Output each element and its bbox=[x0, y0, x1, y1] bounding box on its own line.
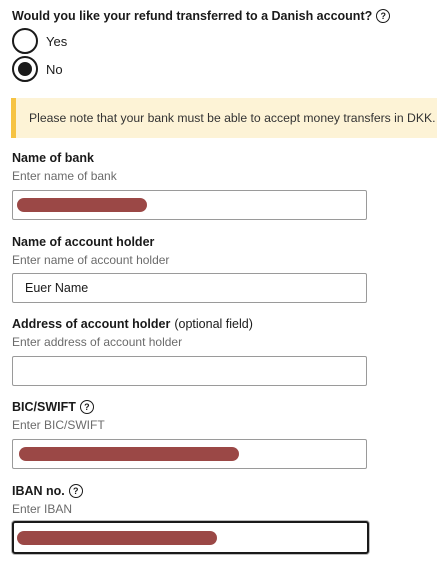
bic-label: BIC/SWIFT ? bbox=[12, 400, 94, 414]
account-holder-label: Name of account holder bbox=[12, 235, 155, 249]
iban-hint: Enter IBAN bbox=[12, 502, 73, 516]
radio-yes[interactable] bbox=[12, 28, 38, 54]
help-icon[interactable]: ? bbox=[79, 400, 94, 414]
radio-yes-label[interactable]: Yes bbox=[46, 34, 67, 49]
radio-option-yes[interactable]: Yes bbox=[12, 28, 67, 54]
radio-option-no[interactable]: No bbox=[12, 56, 63, 82]
bank-name-input[interactable] bbox=[12, 190, 367, 220]
redacted-value bbox=[17, 531, 217, 545]
help-icon[interactable]: ? bbox=[376, 9, 391, 23]
account-holder-input[interactable]: Euer Name bbox=[12, 273, 367, 303]
refund-question: Would you like your refund transferred t… bbox=[12, 9, 391, 23]
refund-question-text: Would you like your refund transferred t… bbox=[12, 9, 373, 23]
iban-input[interactable] bbox=[12, 521, 369, 554]
address-input[interactable] bbox=[12, 356, 367, 386]
address-label-text: Address of account holder bbox=[12, 317, 171, 331]
account-holder-value: Euer Name bbox=[25, 281, 89, 295]
radio-no[interactable] bbox=[12, 56, 38, 82]
bank-name-hint: Enter name of bank bbox=[12, 169, 117, 183]
account-holder-hint: Enter name of account holder bbox=[12, 253, 170, 267]
bic-label-text: BIC/SWIFT bbox=[12, 400, 76, 414]
address-hint: Enter address of account holder bbox=[12, 335, 183, 349]
bic-input[interactable] bbox=[12, 439, 367, 469]
iban-label-text: IBAN no. bbox=[12, 484, 65, 498]
radio-selected-dot bbox=[18, 62, 32, 76]
optional-tag: (optional field) bbox=[174, 317, 253, 331]
redacted-value bbox=[19, 447, 239, 461]
dkk-notice-text: Please note that your bank must be able … bbox=[29, 111, 436, 125]
dkk-notice: Please note that your bank must be able … bbox=[11, 98, 437, 138]
radio-no-label[interactable]: No bbox=[46, 62, 63, 77]
iban-label: IBAN no. ? bbox=[12, 484, 83, 498]
bank-name-label: Name of bank bbox=[12, 151, 94, 165]
help-icon[interactable]: ? bbox=[68, 484, 83, 498]
bic-hint: Enter BIC/SWIFT bbox=[12, 418, 105, 432]
redacted-value bbox=[17, 198, 147, 212]
address-label: Address of account holder (optional fiel… bbox=[12, 317, 253, 331]
